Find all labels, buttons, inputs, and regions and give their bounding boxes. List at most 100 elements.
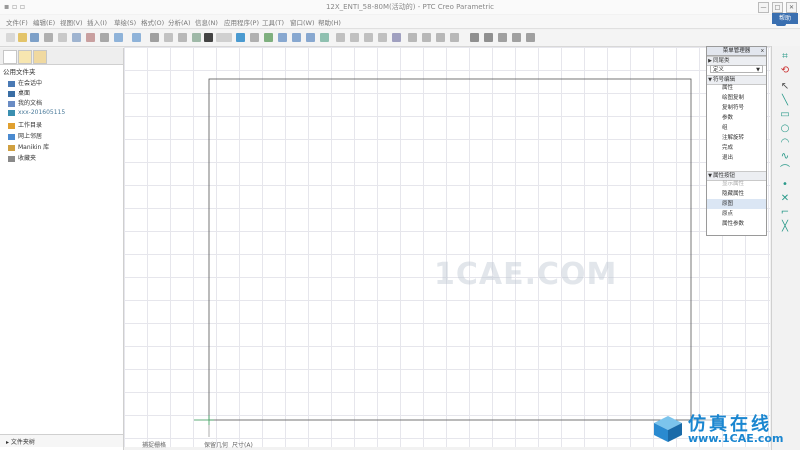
folder-item-working-dir[interactable]: 工作目录 [8, 120, 42, 130]
network-icon [8, 133, 15, 140]
app-menu-icon[interactable]: ▪ ▫ ▫ [4, 2, 25, 11]
mm-item-hide-attr[interactable]: 隐藏属性 [707, 189, 766, 199]
email-icon[interactable] [58, 33, 67, 42]
shading-icon[interactable] [378, 33, 387, 42]
drawing-canvas[interactable]: 1CAE.COM [124, 47, 770, 447]
layers-icon[interactable] [392, 33, 401, 42]
window-icon[interactable] [164, 33, 173, 42]
line-icon[interactable]: ╲ [778, 96, 792, 106]
point-icon[interactable]: • [778, 180, 792, 190]
mm-item-attributes[interactable]: 属性 [707, 83, 766, 93]
datum-axis-icon[interactable] [422, 33, 431, 42]
relations-icon[interactable] [250, 33, 259, 42]
menu-apps[interactable]: 应用程序(P) [224, 17, 259, 27]
divide-icon[interactable]: ╳ [778, 222, 792, 232]
copy-icon[interactable] [72, 33, 81, 42]
folder-item-manikin[interactable]: Manikin 库 [8, 142, 49, 152]
folder-item-network[interactable]: 网上邻居 [8, 131, 42, 141]
mm-item-done[interactable]: 完成 [707, 143, 766, 153]
maximize-button[interactable]: □ [772, 2, 783, 13]
zoom-in-icon[interactable] [278, 33, 287, 42]
csys-icon[interactable] [450, 33, 459, 42]
new-icon[interactable] [6, 33, 15, 42]
close-window-icon[interactable] [178, 33, 187, 42]
menu-file[interactable]: 文件(F) [6, 17, 28, 27]
annotation-icon[interactable] [470, 33, 479, 42]
mm-item-group[interactable]: 组 [707, 123, 766, 133]
menu-help[interactable]: 帮助(H) [318, 17, 341, 27]
spline-icon[interactable]: ∿ [778, 152, 792, 162]
mm-item-origin[interactable]: 原点 [707, 209, 766, 219]
folder-tree-toggle[interactable]: ▸ 文件夹树 [0, 434, 123, 447]
folder-item-favorites[interactable]: 收藏夹 [8, 153, 36, 163]
menu-sketch[interactable]: 草绘(S) [114, 17, 136, 27]
paste-icon[interactable] [100, 33, 109, 42]
close-button[interactable]: ✕ [786, 2, 797, 13]
orient-icon[interactable] [320, 33, 329, 42]
folder-item-session[interactable]: 在会话中 [8, 78, 42, 88]
rectangle-icon[interactable]: ▭ [778, 110, 792, 120]
sketch-snap-icon[interactable]: ⌗ [778, 52, 792, 62]
datum-plane-icon[interactable] [408, 33, 417, 42]
status-snap-grid[interactable]: 捕捉栅格 [142, 440, 166, 449]
drawing-frame[interactable] [208, 78, 692, 421]
documents-icon [8, 100, 15, 107]
spin-center-icon[interactable] [484, 33, 493, 42]
mm-item-attr-params[interactable]: 属性参数 [707, 219, 766, 229]
undo-icon[interactable] [114, 33, 123, 42]
folder-item-computer[interactable]: xxx-201605115 [8, 109, 65, 119]
menu-manager-close-button[interactable]: x [761, 47, 764, 55]
filter-dropdown[interactable] [216, 33, 232, 42]
no-hidden-icon[interactable] [364, 33, 373, 42]
tool-a-icon[interactable] [498, 33, 507, 42]
zoom-out-icon[interactable] [292, 33, 301, 42]
folder-item-desktop[interactable]: 桌面 [8, 88, 30, 98]
help-tag[interactable]: 帮助 [772, 13, 798, 24]
mm-item-draw-copy[interactable]: 绘图复制 [707, 93, 766, 103]
status-dimension[interactable]: 尺寸(A) [232, 440, 253, 449]
repaint-icon[interactable] [264, 33, 273, 42]
save-icon[interactable] [30, 33, 39, 42]
menu-view[interactable]: 视图(V) [60, 17, 83, 27]
mm-item-note-rotate[interactable]: 注解旋转 [707, 133, 766, 143]
circle-icon[interactable]: ○ [778, 124, 792, 134]
fillet-icon[interactable]: ⌒ [778, 166, 792, 176]
mm-item-quit[interactable]: 退出 [707, 153, 766, 163]
menu-window[interactable]: 窗口(W) [290, 17, 315, 27]
datum-point-icon[interactable] [436, 33, 445, 42]
select-icon[interactable] [192, 33, 201, 42]
regenerate-icon[interactable] [150, 33, 159, 42]
corner-icon[interactable]: ⌐ [778, 208, 792, 218]
menu-insert[interactable]: 插入(I) [87, 17, 107, 27]
model-tree-tab[interactable] [3, 50, 17, 64]
arc-icon[interactable]: ◠ [778, 138, 792, 148]
intent-manager-icon[interactable]: ⟲ [778, 66, 792, 76]
tool-c-icon[interactable] [526, 33, 535, 42]
hidden-line-icon[interactable] [350, 33, 359, 42]
find-icon[interactable] [204, 33, 213, 42]
favorites-tab[interactable] [33, 50, 47, 64]
mm-item-original[interactable]: 原图 [707, 199, 766, 209]
mm-item-copy-symbol[interactable]: 复制符号 [707, 103, 766, 113]
mm-item-parameters[interactable]: 参数 [707, 113, 766, 123]
wireframe-icon[interactable] [336, 33, 345, 42]
folder-item-documents[interactable]: 我的文档 [8, 98, 42, 108]
cut-icon[interactable] [86, 33, 95, 42]
mm-type-dropdown[interactable]: 定义 ▼ [710, 65, 763, 73]
menu-tools[interactable]: 工具(T) [262, 17, 284, 27]
tool-b-icon[interactable] [512, 33, 521, 42]
menu-edit[interactable]: 编辑(E) [33, 17, 55, 27]
refit-icon[interactable] [306, 33, 315, 42]
folder-browser-tab[interactable] [18, 50, 32, 64]
status-keep-geometry[interactable]: 保留几何 [204, 440, 228, 449]
open-icon[interactable] [18, 33, 27, 42]
select-arrow-icon[interactable]: ↖ [778, 82, 792, 92]
sketch-icon[interactable] [236, 33, 245, 42]
menu-analysis[interactable]: 分析(A) [168, 17, 191, 27]
delete-segment-icon[interactable]: ✕ [778, 194, 792, 204]
menu-info[interactable]: 信息(N) [195, 17, 218, 27]
menu-format[interactable]: 格式(O) [141, 17, 164, 27]
redo-icon[interactable] [132, 33, 141, 42]
minimize-button[interactable]: — [758, 2, 769, 13]
print-icon[interactable] [44, 33, 53, 42]
